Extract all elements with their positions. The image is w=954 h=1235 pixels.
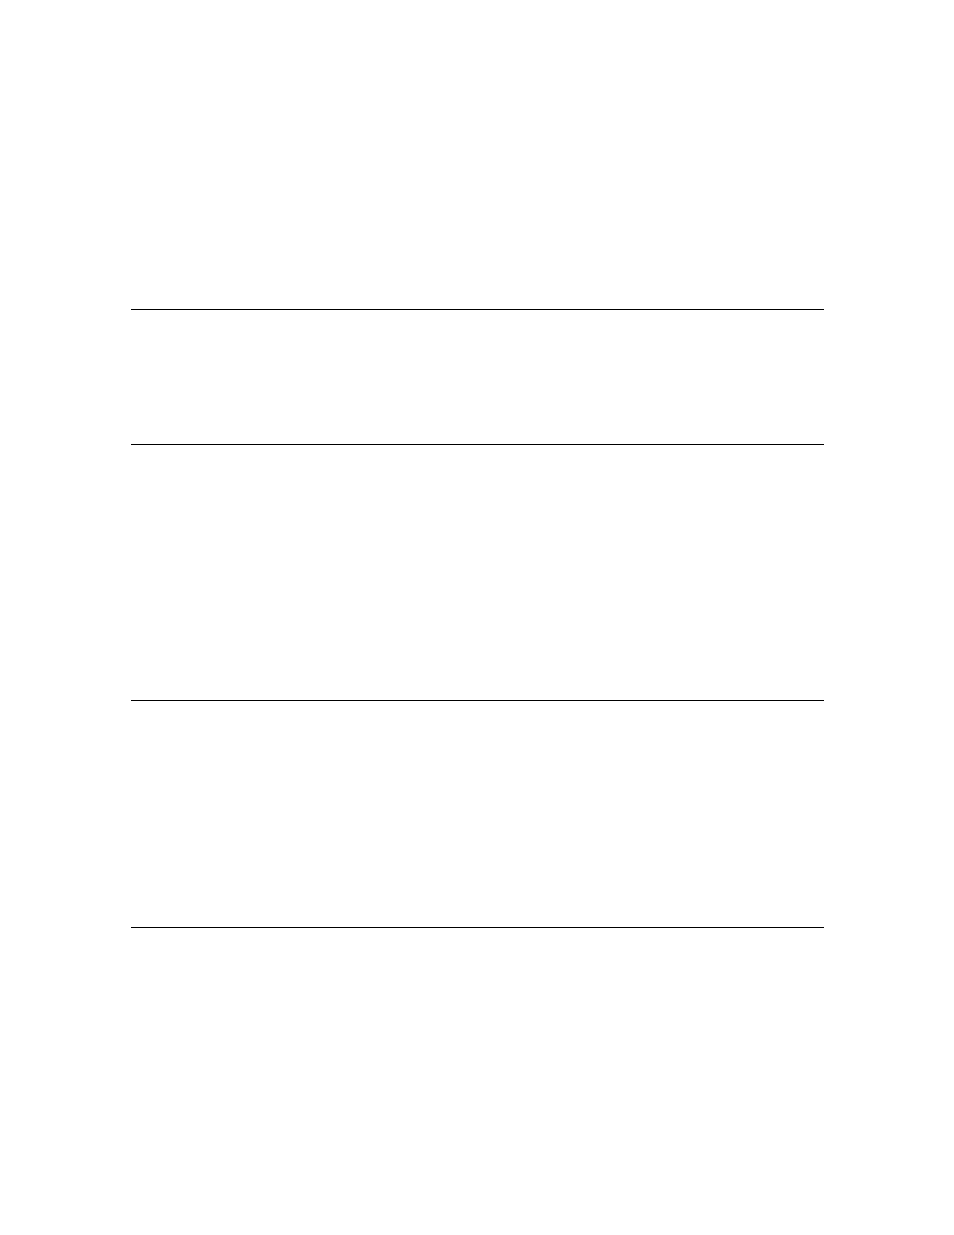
horizontal-rule	[131, 444, 824, 445]
horizontal-rule	[131, 927, 824, 928]
horizontal-rule	[131, 309, 824, 310]
horizontal-rule	[131, 700, 824, 701]
